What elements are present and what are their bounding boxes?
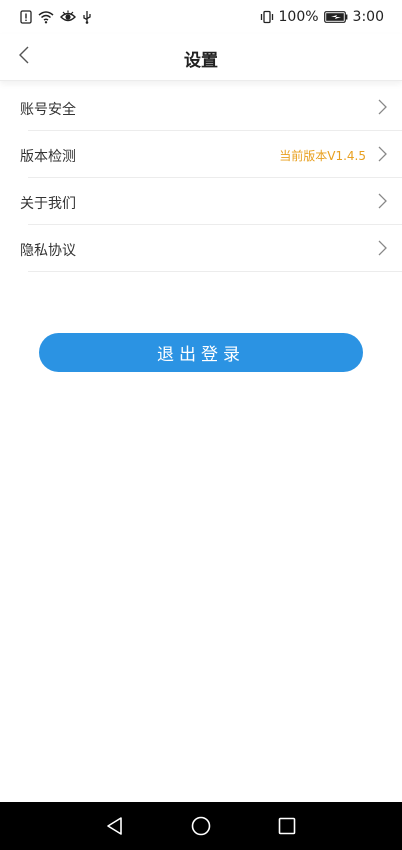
battery-percent: 100%	[278, 9, 319, 25]
version-value: 当前版本V1.4.5	[279, 149, 366, 163]
status-left-icons	[20, 8, 92, 26]
vibrate-icon	[260, 10, 274, 24]
battery-icon	[323, 11, 348, 23]
settings-item-about-us[interactable]: 关于我们	[0, 178, 402, 225]
chevron-right-icon	[376, 192, 388, 210]
status-time: 3:00	[352, 9, 384, 25]
settings-item-version-check[interactable]: 版本检测 当前版本V1.4.5	[0, 131, 402, 178]
settings-item-privacy-policy[interactable]: 隐私协议	[0, 225, 402, 272]
recents-square-icon[interactable]	[275, 814, 299, 838]
title-bar: 设置	[0, 34, 402, 81]
chevron-right-icon	[376, 145, 388, 163]
settings-list: 账号安全 版本检测 当前版本V1.4.5 关于我们 隐私协议	[0, 84, 402, 272]
navigation-bar	[0, 802, 402, 850]
settings-item-account-security[interactable]: 账号安全	[0, 84, 402, 131]
home-circle-icon[interactable]	[189, 814, 213, 838]
status-right: 100% 3:00	[260, 8, 384, 26]
logout-button[interactable]: 退出登录	[39, 333, 363, 372]
divider	[28, 271, 402, 272]
chevron-right-icon	[376, 239, 388, 257]
back-triangle-icon[interactable]	[103, 814, 127, 838]
eye-icon	[60, 10, 76, 24]
status-bar: 100% 3:00	[0, 0, 402, 34]
settings-item-label: 版本检测	[20, 149, 76, 165]
wifi-icon	[38, 10, 54, 24]
chevron-right-icon	[376, 98, 388, 116]
settings-item-label: 关于我们	[20, 196, 76, 212]
settings-item-label: 隐私协议	[20, 243, 76, 259]
usb-icon	[82, 10, 92, 24]
page-title: 设置	[184, 51, 218, 71]
alert-icon	[20, 10, 32, 24]
settings-item-label: 账号安全	[20, 102, 76, 118]
